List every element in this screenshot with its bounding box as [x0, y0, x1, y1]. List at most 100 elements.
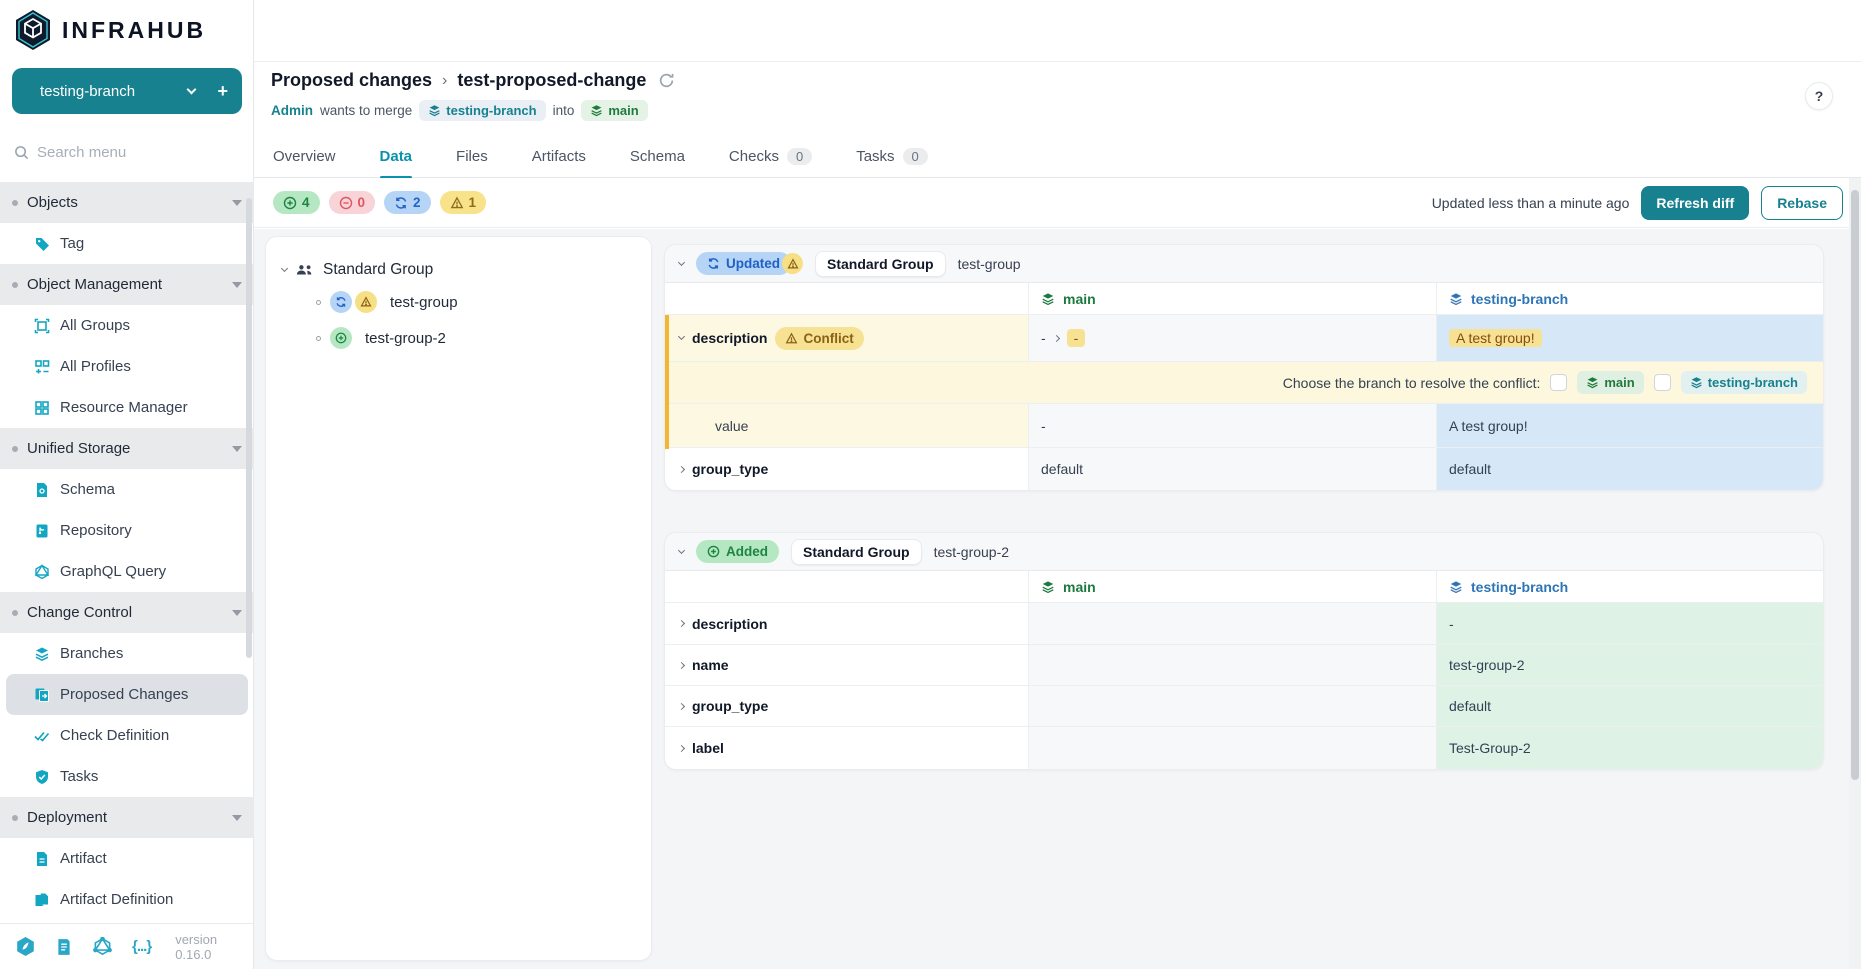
diff-card-test-group: Updated Standard Group test-group main — [664, 244, 1824, 491]
bullet-dot — [12, 200, 18, 206]
diff-card-header[interactable]: Added Standard Group test-group-2 — [665, 533, 1823, 571]
chevron-down-icon[interactable] — [678, 333, 685, 340]
page-header: Proposed changes › test-proposed-change … — [254, 62, 1861, 136]
menu-search-input[interactable] — [37, 144, 207, 161]
diff-column-headers: main testing-branch — [665, 283, 1823, 315]
resolve-testing-branch-badge[interactable]: testing-branch — [1681, 371, 1807, 394]
updated-counter[interactable]: 2 — [384, 191, 431, 214]
main-value-cell — [1028, 645, 1436, 685]
tab-overview[interactable]: Overview — [273, 136, 336, 178]
sidebar-item-artifact-definition[interactable]: Artifact Definition — [0, 879, 254, 920]
chevron-right-icon[interactable] — [678, 465, 685, 472]
tab-tasks[interactable]: Tasks0 — [856, 136, 928, 178]
tab-schema[interactable]: Schema — [630, 136, 685, 178]
plus-icon: + — [217, 81, 228, 102]
diff-card-header[interactable]: Updated Standard Group test-group — [665, 245, 1823, 283]
nav-group-object-management[interactable]: Object Management — [0, 264, 254, 305]
sidebar-item-repository[interactable]: Repository — [0, 510, 254, 551]
sidebar-item-proposed-changes[interactable]: Proposed Changes — [6, 674, 248, 715]
nav-group-label: Deployment — [27, 809, 223, 826]
chevron-right-icon[interactable] — [678, 744, 685, 751]
removed-counter[interactable]: 0 — [329, 191, 376, 214]
diff-row-group-type[interactable]: group_type default — [665, 686, 1823, 727]
reload-icon[interactable] — [658, 72, 675, 89]
code-braces-icon[interactable]: {...} — [132, 938, 151, 955]
sidebar-item-all-groups[interactable]: All Groups — [0, 305, 254, 346]
chevron-right-icon[interactable] — [678, 620, 685, 627]
chevron-right-icon[interactable] — [678, 702, 685, 709]
tree-node-test-group[interactable]: test-group — [316, 289, 635, 315]
diff-row-label[interactable]: label Test-Group-2 — [665, 727, 1823, 769]
main-value-cell: default — [1028, 448, 1436, 490]
branch-selector-value: testing-branch — [40, 83, 188, 100]
tab-checks[interactable]: Checks0 — [729, 136, 812, 178]
diff-row-group-type[interactable]: group_type default default — [665, 448, 1823, 490]
branch-value-highlight: A test group! — [1449, 329, 1542, 347]
page-scrollbar-thumb[interactable] — [1851, 190, 1859, 780]
breadcrumb-root[interactable]: Proposed changes — [271, 70, 432, 91]
nav-group-label: Unified Storage — [27, 440, 223, 457]
tree-node-standard-group[interactable]: Standard Group — [282, 261, 635, 279]
sidebar-item-check-definition[interactable]: Check Definition — [0, 715, 254, 756]
diff-row-description[interactable]: description Conflict - - A test group! — [665, 315, 1823, 362]
nav-group-deployment[interactable]: Deployment — [0, 797, 254, 838]
page-scrollbar[interactable] — [1849, 178, 1861, 969]
nav-group-objects[interactable]: Objects — [0, 182, 254, 223]
sidebar-item-tasks[interactable]: Tasks — [0, 756, 254, 797]
tree-node-test-group-2[interactable]: test-group-2 — [316, 325, 635, 351]
infrahub-docs-icon[interactable] — [16, 937, 35, 956]
resolve-main-branch-badge[interactable]: main — [1577, 371, 1643, 394]
resolve-main-checkbox[interactable] — [1550, 374, 1567, 391]
chevron-right-icon[interactable] — [678, 661, 685, 668]
added-counter[interactable]: 4 — [273, 191, 320, 214]
source-branch-badge[interactable]: testing-branch — [419, 100, 545, 121]
nav-group-label: Object Management — [27, 276, 223, 293]
conflict-badge: Conflict — [775, 327, 863, 350]
sidebar-item-graphql-query[interactable]: GraphQL Query — [0, 551, 254, 592]
help-button[interactable]: ? — [1805, 82, 1833, 110]
diff-column-headers: main testing-branch — [665, 571, 1823, 603]
branch-selector[interactable]: testing-branch + — [12, 68, 242, 114]
added-badge-icon — [330, 327, 352, 349]
conflict-prompt: Choose the branch to resolve the conflic… — [1283, 375, 1541, 391]
sidebar-item-label: Branches — [60, 645, 123, 662]
branch-value-cell: A test group! — [1436, 404, 1824, 447]
conflict-counter[interactable]: 1 — [440, 191, 487, 214]
sidebar-item-resource-manager[interactable]: Resource Manager — [0, 387, 254, 428]
new-value-highlight: - — [1067, 329, 1086, 347]
infrahub-logo[interactable]: INFRAHUB — [0, 0, 253, 60]
documentation-icon[interactable] — [55, 938, 73, 956]
branch-column-header: testing-branch — [1436, 283, 1824, 314]
groups-icon — [34, 318, 50, 334]
sidebar-item-artifact[interactable]: Artifact — [0, 838, 254, 879]
diff-row-name[interactable]: name test-group-2 — [665, 645, 1823, 686]
updated-count: 2 — [413, 195, 421, 210]
resolve-branch-checkbox[interactable] — [1654, 374, 1671, 391]
main-column-header: main — [1028, 283, 1436, 314]
nav-group-unified-storage[interactable]: Unified Storage — [0, 428, 254, 469]
nav-group-change-control[interactable]: Change Control — [0, 592, 254, 633]
branch-value-cell: - — [1436, 603, 1824, 644]
sidebar-item-all-profiles[interactable]: All Profiles — [0, 346, 254, 387]
tab-files[interactable]: Files — [456, 136, 488, 178]
menu-search[interactable] — [0, 132, 254, 172]
tab-data[interactable]: Data — [380, 136, 413, 178]
sidebar-scrollbar[interactable] — [246, 198, 252, 658]
conflict-count: 1 — [469, 195, 477, 210]
triangle-down-icon — [232, 200, 242, 206]
field-name: group_type — [692, 461, 768, 477]
object-name: test-group-2 — [934, 544, 1009, 560]
tab-artifacts[interactable]: Artifacts — [532, 136, 586, 178]
sidebar-item-label: GraphQL Query — [60, 563, 166, 580]
refresh-diff-button[interactable]: Refresh diff — [1641, 186, 1749, 220]
rebase-button[interactable]: Rebase — [1761, 186, 1843, 220]
graphql-sandbox-icon[interactable] — [93, 937, 112, 956]
sidebar-item-tag[interactable]: Tag — [0, 223, 254, 264]
double-check-icon — [34, 728, 50, 744]
sidebar-item-branches[interactable]: Branches — [0, 633, 254, 674]
target-branch-badge[interactable]: main — [581, 100, 647, 121]
triangle-down-icon — [232, 815, 242, 821]
sidebar-item-schema[interactable]: Schema — [0, 469, 254, 510]
diff-row-description[interactable]: description - — [665, 603, 1823, 645]
bullet-dot — [12, 610, 18, 616]
